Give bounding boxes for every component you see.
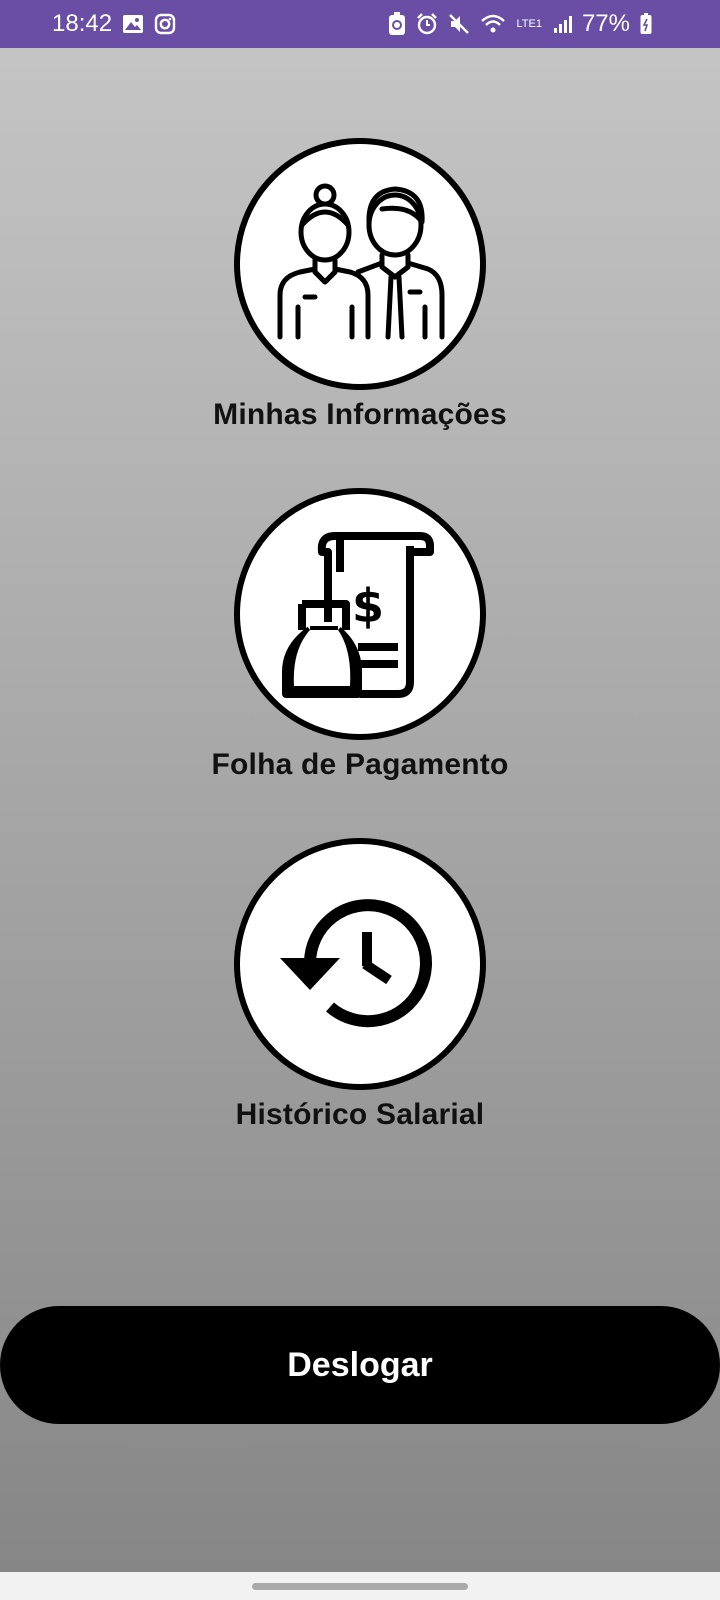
logout-button-label: Deslogar (287, 1345, 433, 1384)
menu-item-historico-salarial[interactable]: Histórico Salarial (0, 838, 720, 1132)
alarm-icon (416, 13, 438, 35)
menu-item-label: Minhas Informações (213, 398, 507, 431)
navigation-bar (0, 1572, 720, 1600)
menu-item-label: Folha de Pagamento (211, 748, 509, 781)
menu-item-folha-de-pagamento[interactable]: $ Folha de Pagamento (0, 488, 720, 782)
menu-item-minhas-informacoes[interactable]: Minhas Informações (0, 138, 720, 432)
signal-icon (552, 14, 572, 34)
menu-icon-circle[interactable]: $ (234, 488, 486, 740)
status-time: 18:42 (52, 10, 113, 37)
menu-item-label: Histórico Salarial (235, 1098, 485, 1131)
mute-icon (448, 13, 470, 35)
battery-percent: 77% (581, 10, 630, 37)
people-icon (270, 177, 450, 352)
payroll-icon: $ (280, 522, 440, 707)
battery-icon (640, 13, 652, 35)
instagram-icon (154, 13, 176, 35)
status-right: LTE1 77% (388, 10, 652, 38)
network-type: LTE1 (516, 17, 542, 30)
menu-icon-circle[interactable] (234, 838, 486, 1090)
image-icon (122, 13, 144, 35)
menu-icon-circle[interactable] (234, 138, 486, 390)
status-left: 18:42 (52, 10, 176, 38)
status-bar: 18:42 LTE1 77% (0, 0, 720, 48)
recycle-icon (388, 12, 406, 36)
logout-button[interactable]: Deslogar (0, 1306, 720, 1424)
svg-text:$: $ (352, 579, 384, 633)
home-indicator[interactable] (252, 1583, 468, 1590)
wifi-icon (480, 13, 506, 35)
history-icon (275, 892, 445, 1037)
